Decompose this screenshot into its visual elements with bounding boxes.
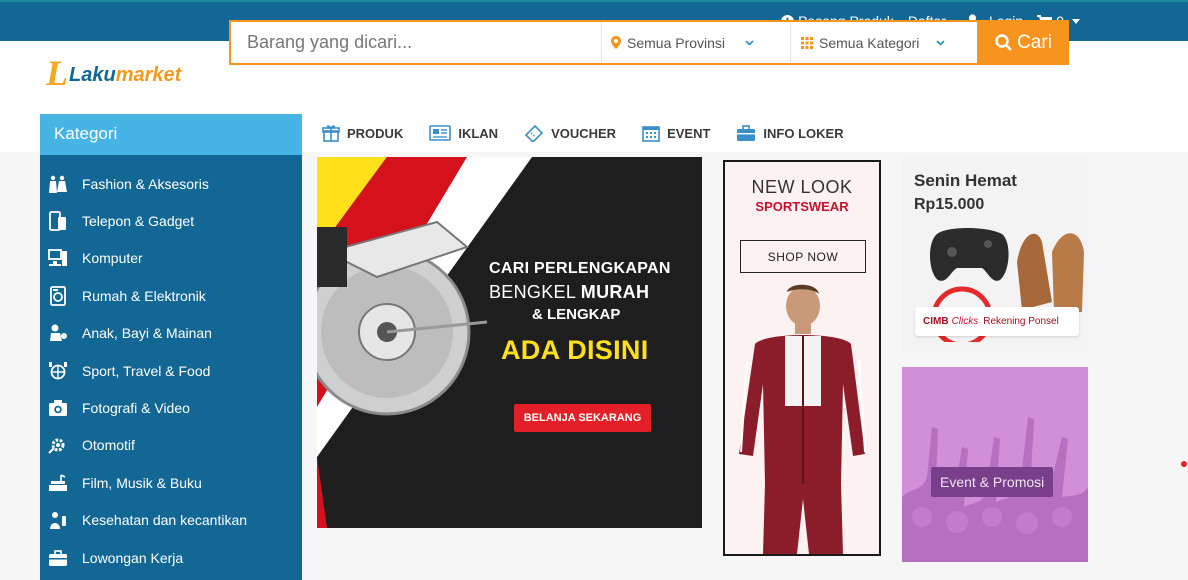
grid-icon xyxy=(801,36,813,49)
logo-text: Lakumarket xyxy=(69,64,181,87)
search-button[interactable]: Cari xyxy=(978,20,1069,65)
logo-market: market xyxy=(115,63,182,86)
lakumarket-logo[interactable]: L Lakumarket xyxy=(46,55,181,91)
nav-event-label: EVENT xyxy=(667,125,711,141)
logo-laku: Laku xyxy=(69,63,116,86)
sidebar-item-otomotif[interactable]: Otomotif xyxy=(40,427,302,464)
main-nav: PRODUK IKLAN VOUCHER EVENT INFO LOKER xyxy=(322,124,870,142)
category-select[interactable]: Semua Kategori xyxy=(790,22,977,63)
banner-bengkel-line2a: BENGKEL xyxy=(489,282,581,302)
caret-down-icon xyxy=(1072,18,1080,24)
event-promosi-label: Event & Promosi xyxy=(931,467,1054,497)
nav-iklan-label: IKLAN xyxy=(458,125,499,141)
crowd-graphic xyxy=(902,367,1088,562)
category-sidebar: Kategori Fashion & Aksesoris Telepon & G… xyxy=(40,114,302,580)
banner-bengkel-line4: ADA DISINI xyxy=(501,335,649,365)
shop-now-button[interactable]: SHOP NOW xyxy=(740,240,866,273)
sidebar-item-anak[interactable]: Anak, Bayi & Mainan xyxy=(40,315,302,352)
search-icon xyxy=(995,34,1012,51)
province-select[interactable]: Semua Provinsi xyxy=(601,22,790,63)
newspaper-icon xyxy=(429,125,452,141)
sidebar-item-rumah[interactable]: Rumah & Elektronik xyxy=(40,277,302,314)
banner-bengkel-line1: CARI PERLENGKAPAN xyxy=(489,260,671,277)
rekening-text: Rekening Ponsel xyxy=(983,316,1059,327)
sidebar-item-komputer[interactable]: Komputer xyxy=(40,240,302,277)
nav-voucher[interactable]: VOUCHER xyxy=(524,124,616,142)
health-icon xyxy=(48,510,68,530)
toys-icon xyxy=(48,323,68,343)
banner-bengkel-line2: BENGKEL MURAH xyxy=(489,282,649,303)
sidebar-title: Kategori xyxy=(40,114,302,155)
search-input[interactable] xyxy=(231,22,601,63)
banner-bengkel-line2b: MURAH xyxy=(580,282,650,302)
banner-bengkel[interactable]: CARI PERLENGKAPAN BENGKEL MURAH & LENGKA… xyxy=(317,157,702,528)
banner-senin-hemat[interactable]: Senin Hemat Rp15.000 CIMB Clicks Rekenin… xyxy=(902,157,1088,352)
sidebar-item-label: Fotografi & Video xyxy=(82,400,190,417)
clicks-text: Clicks xyxy=(951,316,979,327)
sidebar-item-label: Lowongan Kerja xyxy=(82,549,184,566)
fashion-icon xyxy=(48,174,68,194)
sidebar-item-label: Telepon & Gadget xyxy=(82,213,195,230)
red-dot-indicator xyxy=(1181,461,1187,467)
sidebar-item-lowongan[interactable]: Lowongan Kerja xyxy=(40,539,302,576)
category-list: Fashion & Aksesoris Telepon & Gadget Kom… xyxy=(40,155,302,576)
computer-icon xyxy=(48,248,68,268)
phone-icon xyxy=(48,211,68,231)
sidebar-item-label: Komputer xyxy=(82,250,143,267)
chevron-down-icon xyxy=(745,39,754,46)
nav-info-loker[interactable]: INFO LOKER xyxy=(736,124,844,142)
nav-info-loker-label: INFO LOKER xyxy=(763,125,844,141)
chevron-down-icon xyxy=(936,39,945,46)
nav-event[interactable]: EVENT xyxy=(642,124,710,142)
camera-icon xyxy=(48,398,68,418)
gift-icon xyxy=(322,125,340,142)
cimb-clicks-pill: CIMB Clicks Rekening Ponsel xyxy=(915,307,1079,336)
sidebar-item-label: Otomotif xyxy=(82,437,135,454)
sidebar-item-label: Sport, Travel & Food xyxy=(82,362,211,379)
briefcase-icon xyxy=(48,548,68,568)
sidebar-item-label: Anak, Bayi & Mainan xyxy=(82,325,212,342)
sidebar-item-fashion[interactable]: Fashion & Aksesoris xyxy=(40,165,302,202)
nav-produk[interactable]: PRODUK xyxy=(322,124,403,142)
sidebar-item-telepon[interactable]: Telepon & Gadget xyxy=(40,202,302,239)
banner-bengkel-line3: & LENGKAP xyxy=(532,306,621,323)
banner-sportswear-line1: NEW LOOK xyxy=(751,177,853,197)
nav-produk-label: PRODUK xyxy=(347,125,404,141)
banner-sportswear[interactable]: NEW LOOK SPORTSWEAR SHOP NOW xyxy=(723,160,881,556)
banner-hemat-line2: Rp15.000 xyxy=(914,196,985,213)
briefcase-icon xyxy=(737,125,756,141)
map-marker-icon xyxy=(611,36,621,49)
sidebar-item-label: Rumah & Elektronik xyxy=(82,287,206,304)
banner-event-promosi[interactable]: Event & Promosi xyxy=(902,367,1088,562)
media-icon xyxy=(48,473,68,493)
belanja-sekarang-button[interactable]: BELANJA SEKARANG xyxy=(514,404,651,432)
nav-iklan[interactable]: IKLAN xyxy=(429,124,498,142)
sidebar-item-label: Film, Musik & Buku xyxy=(82,474,202,491)
sport-icon xyxy=(48,361,68,381)
sidebar-item-kesehatan[interactable]: Kesehatan dan kecantikan xyxy=(40,502,302,539)
logo-mark: L xyxy=(46,53,68,93)
washing-machine-icon xyxy=(48,285,68,306)
cimb-text: CIMB xyxy=(923,316,949,327)
category-value: Semua Kategori xyxy=(819,34,920,51)
sidebar-item-label: Fashion & Aksesoris xyxy=(82,175,209,192)
province-value: Semua Provinsi xyxy=(627,34,726,51)
sidebar-item-film[interactable]: Film, Musik & Buku xyxy=(40,464,302,501)
nav-voucher-label: VOUCHER xyxy=(551,125,617,141)
sidebar-item-fotografi[interactable]: Fotografi & Video xyxy=(40,389,302,426)
banner-sportswear-line2: SPORTSWEAR xyxy=(755,199,849,214)
automotive-icon xyxy=(48,435,68,455)
ticket-icon xyxy=(524,124,544,142)
sportswear-model-graphic xyxy=(739,284,866,554)
calendar-icon xyxy=(642,126,660,142)
search-button-label: Cari xyxy=(1017,31,1052,53)
sidebar-item-sport[interactable]: Sport, Travel & Food xyxy=(40,352,302,389)
sidebar-item-label: Kesehatan dan kecantikan xyxy=(82,512,248,529)
banner-hemat-line1: Senin Hemat xyxy=(914,171,1017,190)
search-bar: Semua Provinsi Semua Kategori xyxy=(229,20,979,65)
